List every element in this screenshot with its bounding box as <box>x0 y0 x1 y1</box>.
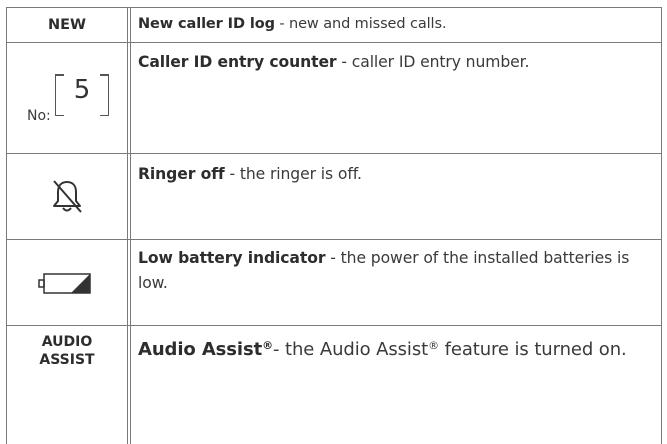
row-title: Ringer off <box>138 165 225 183</box>
bell-off-icon <box>53 179 82 213</box>
row-title: Audio Assist <box>138 339 263 361</box>
row-description: Caller ID entry counter - caller ID entr… <box>138 50 658 75</box>
counter-label: No: <box>27 108 51 124</box>
row-text: - the ringer is off. <box>224 165 362 183</box>
icon-legend-table: NEW New caller ID log - new and missed c… <box>6 7 662 444</box>
table-row <box>6 240 128 325</box>
row-title: New caller ID log <box>138 16 275 32</box>
audio-assist-symbol-line2: ASSIST <box>39 352 95 368</box>
table-row: AUDIO ASSIST <box>6 326 128 376</box>
row-text-end: feature is turned on. <box>438 339 627 361</box>
row-description: Low battery indicator - the power of the… <box>138 246 658 296</box>
low-battery-icon <box>38 272 91 294</box>
row-text: - caller ID entry number. <box>336 53 530 71</box>
table-row <box>6 154 128 239</box>
row-title: Caller ID entry counter <box>138 53 337 71</box>
counter-box: 5 <box>55 74 109 116</box>
registered-mark: ® <box>428 339 439 352</box>
table-border-right <box>661 7 662 444</box>
row-title: Low battery indicator <box>138 249 326 267</box>
audio-assist-symbol-line1: AUDIO <box>41 334 93 350</box>
column-divider <box>130 7 131 444</box>
entry-counter-symbol: No: 5 <box>6 43 128 153</box>
row-description: New caller ID log - new and missed calls… <box>138 12 658 37</box>
new-symbol: NEW <box>47 17 87 33</box>
row-description: Ringer off - the ringer is off. <box>138 162 658 187</box>
row-text: - new and missed calls. <box>274 16 447 32</box>
counter-digit: 5 <box>73 75 91 105</box>
table-row: No: 5 <box>6 43 128 153</box>
registered-mark: ® <box>262 339 273 352</box>
row-text: - the Audio Assist <box>273 339 429 361</box>
table-row: NEW <box>6 8 128 42</box>
row-description: Audio Assist®- the Audio Assist® feature… <box>138 333 658 363</box>
